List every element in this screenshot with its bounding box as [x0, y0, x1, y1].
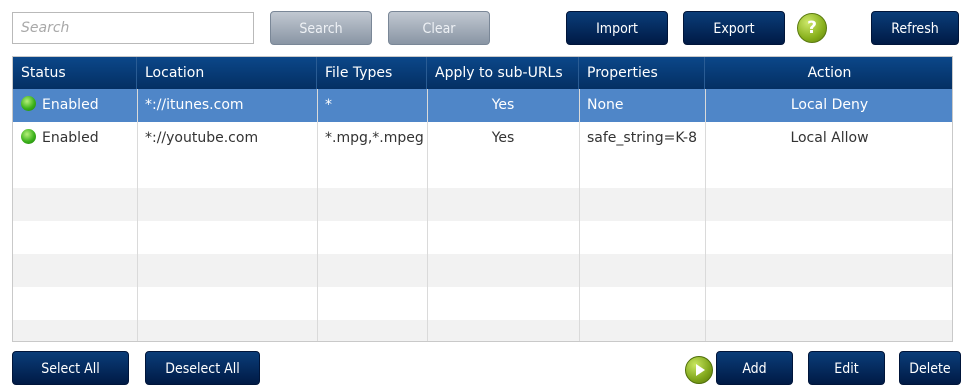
empty-row: [13, 188, 952, 221]
table-row[interactable]: Enabled *://youtube.com *.mpg,*.mpeg Yes…: [13, 122, 952, 155]
clear-button[interactable]: Clear: [388, 11, 490, 45]
properties-cell: None: [587, 97, 624, 113]
location-cell: *://itunes.com: [145, 97, 244, 113]
enabled-status-icon: [21, 129, 36, 144]
play-icon[interactable]: [685, 356, 713, 384]
empty-row: [13, 320, 952, 341]
rules-table: Status Location File Types Apply to sub-…: [12, 56, 953, 342]
column-divider: [137, 89, 138, 341]
file-types-cell: *.mpg,*.mpeg: [325, 130, 424, 146]
help-icon[interactable]: ?: [797, 13, 827, 43]
action-cell: Local Allow: [790, 130, 869, 146]
column-header-apply-sub-urls[interactable]: Apply to sub-URLs: [427, 57, 579, 89]
edit-button[interactable]: Edit: [808, 351, 885, 385]
status-cell: Enabled: [13, 89, 137, 122]
apply-sub-urls-cell: Yes: [491, 97, 515, 113]
table-row[interactable]: Enabled *://itunes.com * Yes None Local …: [13, 89, 952, 122]
enabled-status-icon: [21, 96, 36, 111]
search-input[interactable]: [12, 12, 254, 44]
column-header-properties[interactable]: Properties: [579, 57, 705, 89]
column-header-action[interactable]: Action: [705, 57, 952, 89]
export-button[interactable]: Export: [683, 11, 785, 45]
action-cell: Local Deny: [790, 97, 869, 113]
status-text: Enabled: [42, 97, 99, 113]
search-button[interactable]: Search: [270, 11, 372, 45]
deselect-all-button[interactable]: Deselect All: [145, 351, 260, 385]
status-cell: Enabled: [13, 122, 137, 155]
column-divider: [427, 89, 428, 341]
status-text: Enabled: [42, 130, 99, 146]
add-button[interactable]: Add: [716, 351, 793, 385]
column-header-file-types[interactable]: File Types: [317, 57, 427, 89]
column-divider: [579, 89, 580, 341]
delete-button[interactable]: Delete: [899, 351, 961, 385]
column-divider: [317, 89, 318, 341]
select-all-button[interactable]: Select All: [12, 351, 129, 385]
import-button[interactable]: Import: [566, 11, 668, 45]
properties-cell: safe_string=K-8: [587, 130, 698, 146]
file-types-cell: *: [325, 97, 332, 113]
column-divider: [705, 89, 706, 341]
empty-row: [13, 254, 952, 287]
column-header-status[interactable]: Status: [13, 57, 137, 89]
apply-sub-urls-cell: Yes: [491, 130, 515, 146]
column-header-location[interactable]: Location: [137, 57, 317, 89]
table-header: Status Location File Types Apply to sub-…: [13, 57, 952, 89]
refresh-button[interactable]: Refresh: [871, 11, 959, 45]
location-cell: *://youtube.com: [145, 130, 259, 146]
